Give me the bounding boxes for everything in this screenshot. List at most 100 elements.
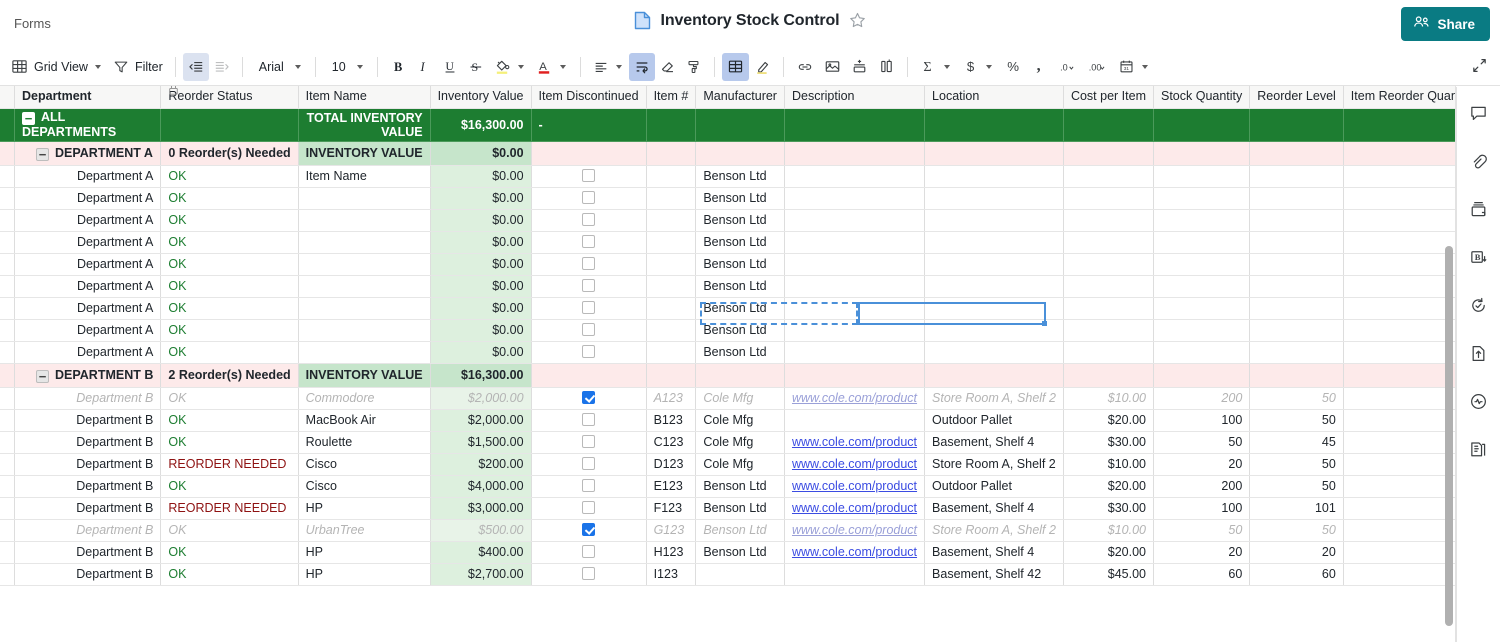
cell-reorder-level[interactable]: [1250, 275, 1344, 297]
cell-manufacturer[interactable]: Cole Mfg: [696, 387, 785, 409]
cell-cost-per-item[interactable]: $20.00: [1063, 475, 1153, 497]
cell-stock-quantity[interactable]: [1153, 231, 1249, 253]
cell-department[interactable]: −ALL DEPARTMENTS: [15, 108, 161, 141]
cell-item-name[interactable]: HP: [298, 563, 430, 585]
cell-inventory-value[interactable]: $200.00: [430, 453, 531, 475]
cell-stock-quantity[interactable]: [1153, 108, 1249, 141]
cell-item-discontinued[interactable]: [531, 453, 646, 475]
cell-description[interactable]: [784, 319, 924, 341]
attachment-icon[interactable]: [1465, 147, 1493, 175]
column-header-manufacturer[interactable]: Manufacturer: [696, 86, 785, 108]
chevron-down-icon[interactable]: [518, 65, 524, 69]
cell-stock-quantity[interactable]: [1153, 209, 1249, 231]
cell-item-number[interactable]: [646, 275, 696, 297]
bold-badge-icon[interactable]: B: [1465, 243, 1493, 271]
cell-manufacturer[interactable]: Cole Mfg: [696, 409, 785, 431]
table-row[interactable]: Department BOKMacBook Air$2,000.00B123Co…: [0, 409, 1456, 431]
cell-reorder-status[interactable]: OK: [161, 319, 298, 341]
cell-stock-quantity[interactable]: [1153, 253, 1249, 275]
cell-item-reorder-quantity[interactable]: [1343, 231, 1456, 253]
highlighter-button[interactable]: [749, 53, 776, 81]
cell-description[interactable]: www.cole.com/product: [784, 475, 924, 497]
cell-inventory-value[interactable]: $0.00: [430, 141, 531, 165]
comma-format-button[interactable]: ,: [1026, 53, 1053, 81]
cell-item-reorder-quantity[interactable]: [1343, 187, 1456, 209]
indent-increase-button[interactable]: [209, 53, 235, 81]
publish-icon[interactable]: [1465, 339, 1493, 367]
chevron-down-icon[interactable]: [560, 65, 566, 69]
cell-reorder-level[interactable]: [1250, 319, 1344, 341]
cell-stock-quantity[interactable]: [1153, 319, 1249, 341]
cell-manufacturer[interactable]: Benson Ltd: [696, 341, 785, 363]
cell-item-reorder-quantity[interactable]: [1343, 108, 1456, 141]
discontinued-checkbox[interactable]: [582, 501, 595, 514]
cell-manufacturer[interactable]: Benson Ltd: [696, 209, 785, 231]
cell-item-number[interactable]: [646, 141, 696, 165]
cell-item-name[interactable]: TOTAL INVENTORY VALUE: [298, 108, 430, 141]
cell-item-discontinued[interactable]: [531, 141, 646, 165]
cell-item-reorder-quantity[interactable]: [1343, 253, 1456, 275]
table-row[interactable]: Department BOKRoulette$1,500.00C123Cole …: [0, 431, 1456, 453]
insert-row-button[interactable]: [846, 53, 873, 81]
cell-location[interactable]: Basement, Shelf 42: [925, 563, 1064, 585]
underline-button[interactable]: U: [437, 53, 463, 81]
cell-item-name[interactable]: Item Name: [298, 165, 430, 187]
cell-reorder-status[interactable]: OK: [161, 297, 298, 319]
cell-department[interactable]: Department A: [15, 165, 161, 187]
cell-reorder-status[interactable]: OK: [161, 563, 298, 585]
cell-department[interactable]: Department B: [15, 541, 161, 563]
cell-manufacturer[interactable]: [696, 363, 785, 387]
currency-format-button[interactable]: $: [957, 53, 999, 81]
column-header-item-reorder-quantity[interactable]: Item Reorder Quantity: [1343, 86, 1456, 108]
cell-item-discontinued[interactable]: [531, 297, 646, 319]
date-format-button[interactable]: 31: [1113, 53, 1155, 81]
insert-image-button[interactable]: [819, 53, 846, 81]
cell-item-discontinued[interactable]: [531, 275, 646, 297]
cell-borders-button[interactable]: [722, 53, 749, 81]
cell-description[interactable]: www.cole.com/product: [784, 497, 924, 519]
cell-item-reorder-quantity[interactable]: [1343, 497, 1456, 519]
percent-format-button[interactable]: %: [999, 53, 1026, 81]
cell-cost-per-item[interactable]: $45.00: [1063, 563, 1153, 585]
table-row[interactable]: Department BOKHP$2,700.00I123Basement, S…: [0, 563, 1456, 585]
cell-location[interactable]: [925, 319, 1064, 341]
cell-manufacturer[interactable]: [696, 563, 785, 585]
cell-stock-quantity[interactable]: 100: [1153, 497, 1249, 519]
column-header-stock-quantity[interactable]: Stock Quantity: [1153, 86, 1249, 108]
cell-department[interactable]: −DEPARTMENT B: [15, 363, 161, 387]
column-header-reorder-level[interactable]: Reorder Level: [1250, 86, 1344, 108]
cell-item-name[interactable]: [298, 319, 430, 341]
star-outline-icon[interactable]: [849, 12, 866, 29]
cell-inventory-value[interactable]: $16,300.00: [430, 108, 531, 141]
cell-cost-per-item[interactable]: [1063, 363, 1153, 387]
cell-inventory-value[interactable]: $0.00: [430, 341, 531, 363]
table-row[interactable]: Department AOK$0.00Benson Ltd: [0, 341, 1456, 363]
column-header-department[interactable]: Department: [15, 86, 161, 108]
cell-manufacturer[interactable]: Benson Ltd: [696, 519, 785, 541]
cell-inventory-value[interactable]: $2,000.00: [430, 387, 531, 409]
cell-item-name[interactable]: UrbanTree: [298, 519, 430, 541]
proof-icon[interactable]: [1465, 195, 1493, 223]
collapse-toggle-icon[interactable]: −: [36, 148, 49, 161]
chevron-down-icon[interactable]: [944, 65, 950, 69]
cell-manufacturer[interactable]: [696, 141, 785, 165]
cell-reorder-level[interactable]: [1250, 187, 1344, 209]
cell-location[interactable]: [925, 209, 1064, 231]
cell-item-name[interactable]: HP: [298, 541, 430, 563]
cell-cost-per-item[interactable]: [1063, 108, 1153, 141]
cell-location[interactable]: [925, 363, 1064, 387]
column-header-inventory-value[interactable]: Inventory Value: [430, 86, 531, 108]
cell-inventory-value[interactable]: $1,500.00: [430, 431, 531, 453]
decimal-decrease-button[interactable]: .0: [1053, 53, 1082, 81]
cell-description[interactable]: [784, 341, 924, 363]
cell-inventory-value[interactable]: $16,300.00: [430, 363, 531, 387]
cell-reorder-status[interactable]: 0 Reorder(s) Needed: [161, 141, 298, 165]
cell-cost-per-item[interactable]: $20.00: [1063, 409, 1153, 431]
cell-location[interactable]: [925, 108, 1064, 141]
cell-description[interactable]: [784, 297, 924, 319]
cell-item-discontinued[interactable]: [531, 409, 646, 431]
cell-item-name[interactable]: INVENTORY VALUE: [298, 141, 430, 165]
table-row[interactable]: Department BOKUrbanTree$500.00G123Benson…: [0, 519, 1456, 541]
cell-department[interactable]: Department A: [15, 209, 161, 231]
cell-item-discontinued[interactable]: -: [531, 108, 646, 141]
